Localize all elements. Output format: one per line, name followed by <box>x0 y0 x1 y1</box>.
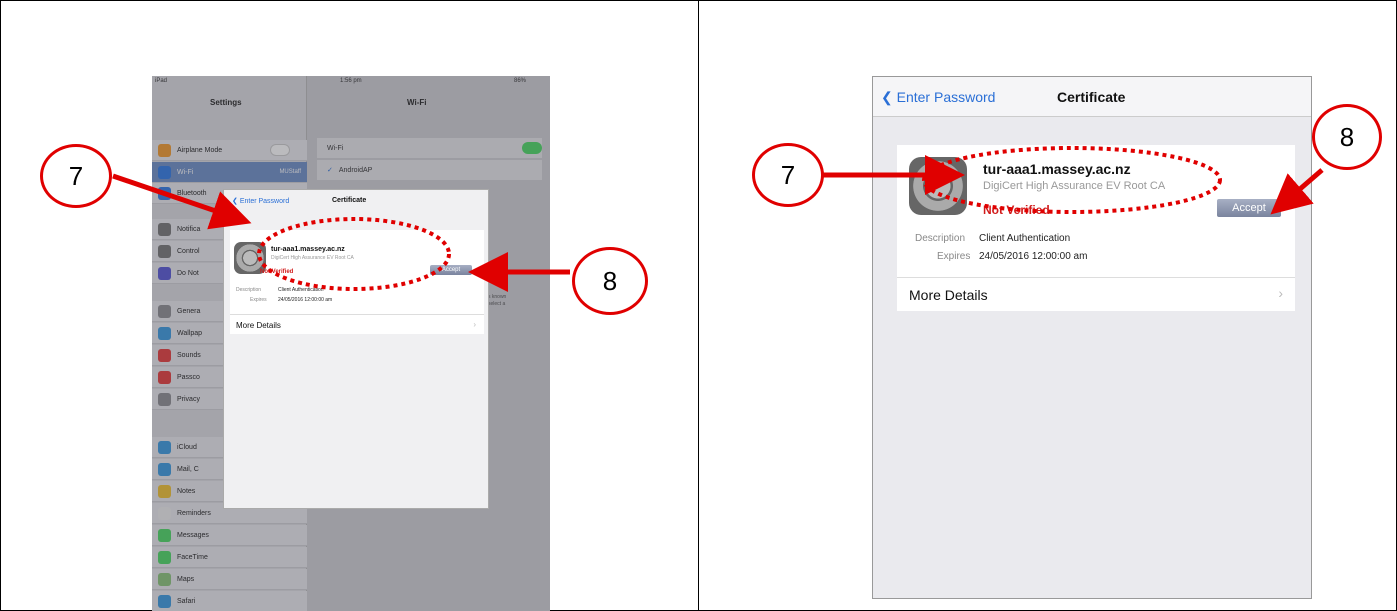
description-label: Description <box>236 287 262 293</box>
back-label: Enter Password <box>239 198 290 205</box>
expires-value: 24/05/2016 12:00:00 am <box>278 297 333 303</box>
column-divider <box>698 0 699 611</box>
more-details-row[interactable]: More Details › <box>230 314 484 334</box>
zoom-more-details-label: More Details <box>909 287 988 303</box>
expires-label: Expires <box>250 297 267 303</box>
zoom-nav: ❮ Enter Password Certificate <box>873 77 1311 117</box>
zoom-cert-name: tur-aaa1.massey.ac.nz <box>983 161 1131 177</box>
zoom-description-value: Client Authentication <box>979 233 1071 244</box>
step-8-callout-right: 8 <box>1312 104 1382 170</box>
zoomed-screenshot: ❮ Enter Password Certificate tur-aaa1.ma… <box>872 76 1312 599</box>
step-7-callout-left: 7 <box>40 144 112 208</box>
chevron-left-icon: ❮ <box>881 89 897 105</box>
zoom-certificate-card: tur-aaa1.massey.ac.nz DigiCert High Assu… <box>897 145 1295 277</box>
ipad-screenshot: Settings Airplane Mode Wi-Fi MUStaff Blueto… <box>152 76 550 611</box>
zoom-back-label: Enter Password <box>896 89 996 105</box>
cert-status: Not Verified <box>260 269 294 275</box>
chevron-right-icon: › <box>1278 285 1283 301</box>
step-7-callout-right: 7 <box>752 143 824 207</box>
zoom-cert-issuer: DigiCert High Assurance EV Root CA <box>983 180 1166 192</box>
certificate-card: tur-aaa1.massey.ac.nz DigiCert High Assu… <box>230 230 484 314</box>
zoom-more-details-row[interactable]: More Details › <box>897 277 1295 311</box>
cert-name: tur-aaa1.massey.ac.nz <box>271 246 345 253</box>
zoom-description-label: Description <box>915 233 966 244</box>
zoom-accept-button[interactable]: Accept <box>1217 199 1281 217</box>
certificate-popup: ❮ Enter Password Certificate tur-aaa1.ma… <box>223 189 489 509</box>
more-details-label: More Details <box>236 321 281 330</box>
chevron-right-icon: › <box>473 320 476 329</box>
popup-title: Certificate <box>332 197 367 204</box>
description-value: Client Authentication <box>278 287 324 293</box>
zoom-expires-value: 24/05/2016 12:00:00 am <box>979 251 1088 262</box>
step-8-callout-left: 8 <box>572 247 648 315</box>
accept-button[interactable]: Accept <box>430 265 472 275</box>
zoom-title: Certificate <box>1057 89 1126 105</box>
zoom-expires-label: Expires <box>937 251 971 262</box>
chevron-left-icon: ❮ <box>232 198 240 205</box>
zoom-cert-status: Not Verified <box>983 203 1050 217</box>
zoom-back-button[interactable]: ❮ Enter Password <box>881 89 995 106</box>
back-button[interactable]: ❮ Enter Password <box>232 197 289 205</box>
settings-gear-icon <box>909 157 967 215</box>
popup-nav: ❮ Enter Password Certificate <box>224 190 490 212</box>
cert-issuer: DigiCert High Assurance EV Root CA <box>271 255 354 261</box>
